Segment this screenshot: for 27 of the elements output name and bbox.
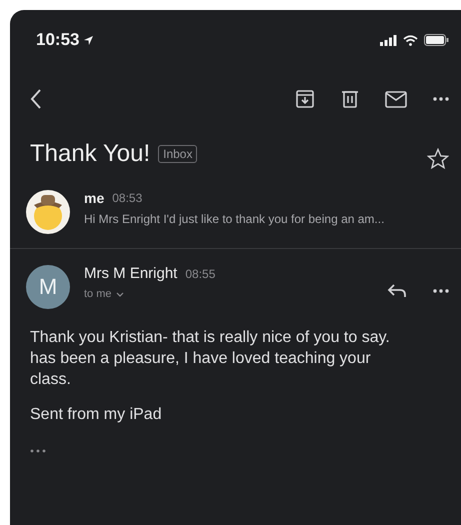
location-arrow-icon (83, 34, 94, 46)
chevron-down-icon[interactable] (116, 292, 124, 296)
reply-icon[interactable] (387, 284, 407, 298)
recipient-toggle[interactable]: to me (84, 288, 373, 300)
signal-icon (380, 34, 397, 46)
inbox-label: Inbox (158, 145, 198, 163)
message-time: 08:55 (185, 266, 216, 280)
mail-icon[interactable] (385, 90, 407, 108)
avatar: M (26, 265, 70, 309)
more-icon[interactable] (433, 97, 449, 101)
trash-icon[interactable] (341, 89, 359, 109)
star-icon[interactable] (427, 148, 449, 170)
sender-name: me (84, 190, 104, 206)
email-subject: Thank You! (30, 140, 150, 168)
more-icon[interactable] (433, 289, 449, 293)
show-trimmed-icon[interactable] (30, 449, 46, 453)
emoji-avatar-icon (26, 190, 70, 234)
message-body: Thank you Kristian- that is really nice of you to say. has been a pleasure, I have loved teaching your class. (30, 328, 391, 390)
archive-icon[interactable] (295, 89, 315, 109)
message-time: 08:53 (112, 191, 142, 205)
wifi-icon (403, 34, 418, 46)
message-snippet[interactable]: Hi Mrs Enright I'd just like to thank you for being an am... (84, 212, 451, 226)
back-icon[interactable] (30, 88, 42, 110)
sender-name: Mrs M Enright (84, 265, 178, 282)
battery-icon (424, 34, 449, 46)
status-time: 10:53 (36, 30, 94, 50)
signature-text: Sent from my iPad (30, 406, 163, 424)
